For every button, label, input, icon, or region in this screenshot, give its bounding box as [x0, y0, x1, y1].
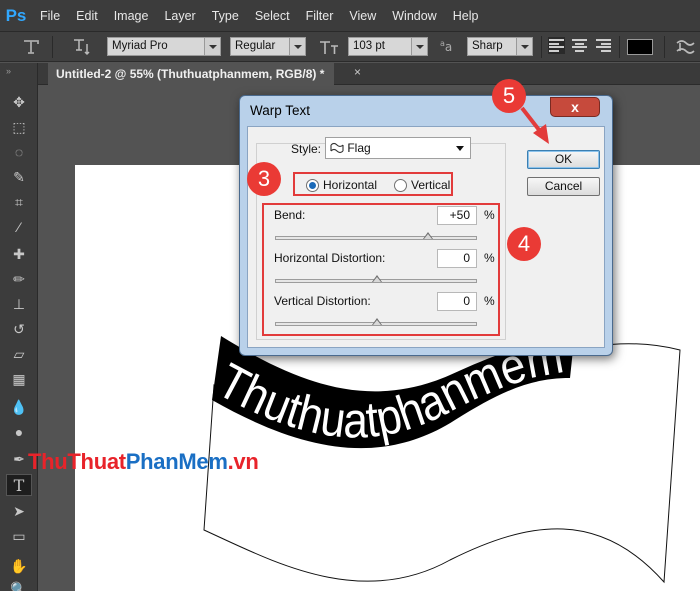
cancel-button[interactable]: Cancel	[527, 177, 600, 196]
chevron-down-icon	[456, 146, 464, 151]
watermark-logo: ThuThuatPhanMem.vn	[28, 449, 259, 474]
style-label: Style:	[291, 142, 322, 156]
ok-button[interactable]: OK	[527, 150, 600, 169]
step-badge-4: 4	[507, 227, 541, 261]
style-select[interactable]: Flag	[325, 137, 471, 159]
flag-style-icon	[330, 142, 344, 154]
step-badge-3: 3	[247, 162, 281, 196]
dialog-title: Warp Text	[250, 103, 311, 118]
step-badge-5: 5	[492, 79, 526, 113]
highlight-sliders	[262, 203, 500, 336]
highlight-orientation	[293, 172, 453, 196]
style-value: Flag	[347, 141, 371, 155]
close-button[interactable]: x	[550, 97, 600, 117]
